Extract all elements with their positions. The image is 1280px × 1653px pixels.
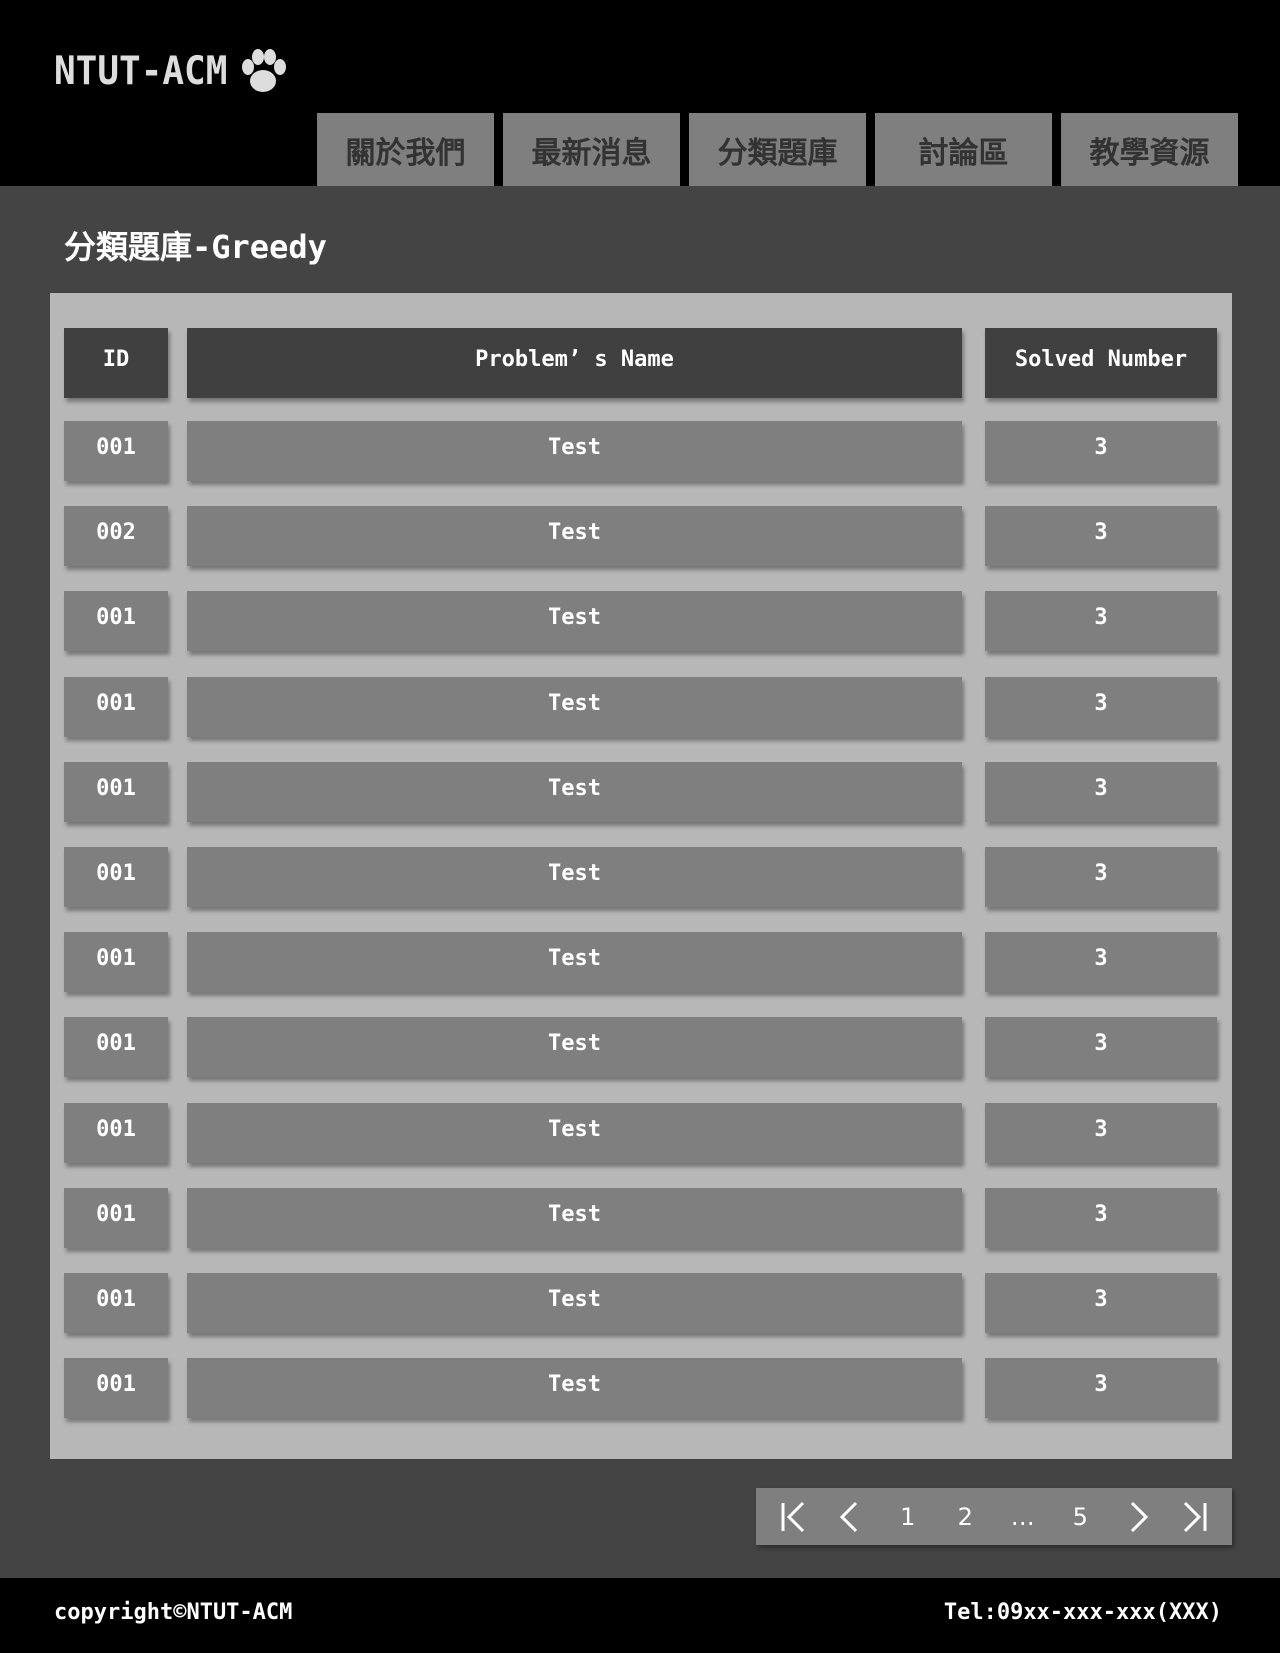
problem-id-cell: 001	[64, 847, 168, 907]
problem-id-cell: 001	[64, 591, 168, 651]
solved-count-cell: 3	[985, 591, 1217, 651]
problem-name-cell[interactable]: Test	[187, 1358, 962, 1418]
last-page-button[interactable]	[1170, 1492, 1220, 1542]
chevron-left-icon	[840, 1501, 858, 1532]
pagination: 1 2 … 5	[756, 1488, 1232, 1545]
solved-count-cell: 3	[985, 1188, 1217, 1248]
solved-count-cell: 3	[985, 677, 1217, 737]
main-nav: 關於我們 最新消息 分類題庫 討論區 教學資源	[317, 113, 1238, 186]
site-logo[interactable]: NTUT-ACM	[54, 44, 289, 98]
problem-name-cell[interactable]: Test	[187, 506, 962, 566]
table-row[interactable]: 001 Test 3	[64, 1273, 1217, 1333]
table-row[interactable]: 001 Test 3	[64, 1017, 1217, 1077]
problem-name-cell[interactable]: Test	[187, 1103, 962, 1163]
column-header-id[interactable]: ID	[64, 328, 168, 398]
solved-count-cell: 3	[985, 1103, 1217, 1163]
column-header-solved[interactable]: Solved Number	[985, 328, 1217, 398]
problem-id-cell: 001	[64, 1103, 168, 1163]
nav-tab-problems[interactable]: 分類題庫	[689, 113, 866, 186]
table-row[interactable]: 001 Test 3	[64, 762, 1217, 822]
first-page-button[interactable]	[768, 1492, 818, 1542]
first-page-icon	[781, 1501, 804, 1532]
page-title: 分類題庫-Greedy	[64, 228, 327, 266]
problem-id-cell: 001	[64, 421, 168, 481]
page-button-1[interactable]: 1	[883, 1492, 933, 1542]
problem-name-cell[interactable]: Test	[187, 1017, 962, 1077]
nav-tab-news[interactable]: 最新消息	[503, 113, 680, 186]
problem-table: ID Problem’ s Name Solved Number 001 Test…	[50, 293, 1232, 1459]
table-row[interactable]: 002 Test 3	[64, 506, 1217, 566]
contact-phone: Tel:09xx-xxx-xxx(XXX)	[943, 1600, 1222, 1625]
chevron-right-icon	[1130, 1501, 1148, 1532]
table-header-row: ID Problem’ s Name Solved Number	[64, 328, 1217, 398]
site-header: NTUT-ACM 關於我們 最新消息 分類題庫 討論區 教學資源	[0, 0, 1280, 186]
problem-id-cell: 001	[64, 762, 168, 822]
page-button-2[interactable]: 2	[940, 1492, 990, 1542]
page-ellipsis: …	[1010, 1502, 1035, 1531]
table-row[interactable]: 001 Test 3	[64, 591, 1217, 651]
problem-name-cell[interactable]: Test	[187, 762, 962, 822]
solved-count-cell: 3	[985, 1273, 1217, 1333]
nav-tab-about[interactable]: 關於我們	[317, 113, 494, 186]
table-row[interactable]: 001 Test 3	[64, 421, 1217, 481]
last-page-icon	[1184, 1501, 1207, 1532]
table-row[interactable]: 001 Test 3	[64, 1358, 1217, 1418]
problem-name-cell[interactable]: Test	[187, 677, 962, 737]
problem-id-cell: 001	[64, 1273, 168, 1333]
solved-count-cell: 3	[985, 1017, 1217, 1077]
nav-tab-forum[interactable]: 討論區	[875, 113, 1052, 186]
solved-count-cell: 3	[985, 421, 1217, 481]
solved-count-cell: 3	[985, 932, 1217, 992]
solved-count-cell: 3	[985, 762, 1217, 822]
problem-id-cell: 001	[64, 932, 168, 992]
problem-name-cell[interactable]: Test	[187, 421, 962, 481]
problem-name-cell[interactable]: Test	[187, 932, 962, 992]
site-footer: copyright©NTUT-ACM Tel:09xx-xxx-xxx(XXX)	[0, 1578, 1280, 1653]
solved-count-cell: 3	[985, 847, 1217, 907]
table-row[interactable]: 001 Test 3	[64, 932, 1217, 992]
table-row[interactable]: 001 Test 3	[64, 847, 1217, 907]
table-row[interactable]: 001 Test 3	[64, 1188, 1217, 1248]
problem-name-cell[interactable]: Test	[187, 1188, 962, 1248]
problem-name-cell[interactable]: Test	[187, 591, 962, 651]
problem-name-cell[interactable]: Test	[187, 1273, 962, 1333]
table-row[interactable]: 001 Test 3	[64, 1103, 1217, 1163]
solved-count-cell: 3	[985, 1358, 1217, 1418]
paw-icon	[242, 49, 287, 92]
problem-id-cell: 001	[64, 1188, 168, 1248]
prev-page-button[interactable]	[825, 1492, 875, 1542]
next-page-button[interactable]	[1113, 1492, 1163, 1542]
problem-name-cell[interactable]: Test	[187, 847, 962, 907]
page-button-5[interactable]: 5	[1055, 1492, 1105, 1542]
problem-id-cell: 001	[64, 1017, 168, 1077]
nav-tab-resources[interactable]: 教學資源	[1061, 113, 1238, 186]
solved-count-cell: 3	[985, 506, 1217, 566]
problem-id-cell: 002	[64, 506, 168, 566]
copyright-text: copyright©NTUT-ACM	[54, 1600, 293, 1625]
column-header-name[interactable]: Problem’ s Name	[187, 328, 962, 398]
logo-text: NTUT-ACM	[54, 48, 228, 94]
problem-id-cell: 001	[64, 1358, 168, 1418]
problem-id-cell: 001	[64, 677, 168, 737]
table-row[interactable]: 001 Test 3	[64, 677, 1217, 737]
